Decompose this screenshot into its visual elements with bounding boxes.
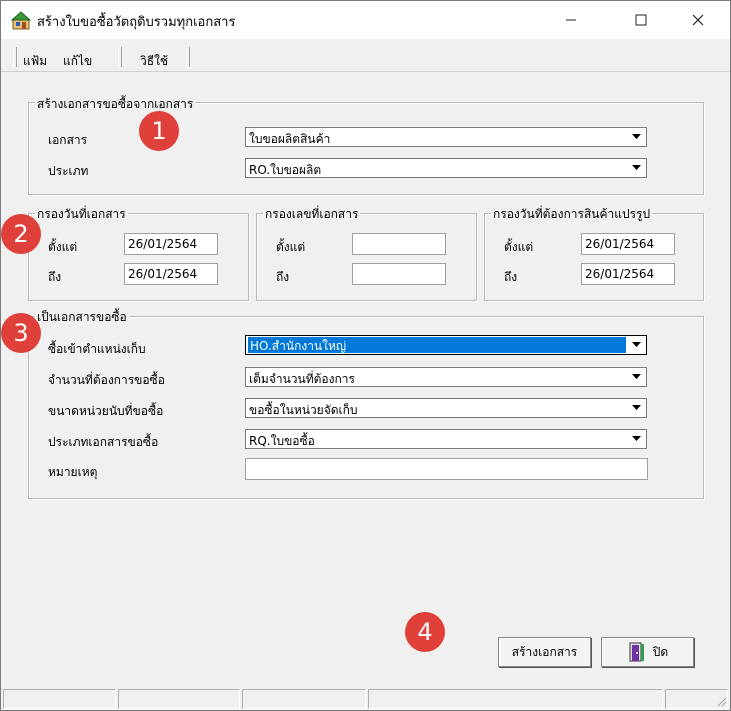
menu-grip [186,47,190,67]
doctype-label: ประเภทเอกสารขอซื้อ [48,435,159,449]
minimize-icon [566,19,576,21]
type-value: RO.ใบขอผลิต [249,163,322,177]
docno-from-field[interactable] [352,233,446,255]
needdate-filter-group [484,213,704,301]
date-from-value: 26/01/2564 [128,237,198,251]
step-badge-4: 4 [405,612,445,652]
menu-file[interactable]: แฟ้ม [23,52,47,71]
dropdown-arrow-icon[interactable] [628,431,645,447]
step-badge-3: 3 [1,313,41,353]
docno-filter-group [256,213,477,301]
create-document-button[interactable]: สร้างเอกสาร [498,637,591,667]
docno-to-label: ถึง [276,270,290,284]
quantity-label: จำนวนที่ต้องการขอซื้อ [48,373,165,387]
source-document-legend: สร้างเอกสารขอซื้อจากเอกสาร [35,95,196,114]
dropdown-arrow-icon[interactable] [628,337,645,353]
app-house-icon [11,11,31,30]
date-from-label: ตั้งแต่ [48,240,78,254]
dropdown-arrow-icon[interactable] [628,400,645,416]
doctype-value: RQ.ใบขอซื้อ [249,434,315,448]
warehouse-combo[interactable]: HO.สำนักงานใหญ่ [245,335,647,355]
dropdown-arrow-icon[interactable] [628,160,645,176]
step-badge-1: 1 [139,111,179,151]
status-panel [118,689,240,709]
doctype-combo[interactable]: RQ.ใบขอซื้อ [245,429,647,449]
unit-combo[interactable]: ขอซื้อในหน่วยจัดเก็บ [245,398,647,418]
create-document-label: สร้างเอกสาร [511,644,578,659]
status-panel [242,689,366,709]
warehouse-value: HO.สำนักงานใหญ่ [248,337,626,353]
document-value: ใบขอผลิตสินค้า [249,132,331,146]
menu-grip [118,47,122,67]
status-panel [3,689,116,709]
dropdown-arrow-icon[interactable] [628,369,645,385]
menu-help[interactable]: วิธีใช้ [140,52,168,71]
docno-filter-legend: กรองเลขที่เอกสาร [263,205,361,224]
status-panel [368,689,663,709]
date-from-field[interactable]: 26/01/2564 [124,233,218,255]
needdate-to-value: 26/01/2564 [585,267,655,281]
type-label: ประเภท [48,164,89,178]
purchase-request-legend: เป็นเอกสารขอซื้อ [35,308,129,327]
document-label: เอกสาร [48,133,88,147]
needdate-to-label: ถึง [504,270,518,284]
menu-bar [1,41,730,72]
needdate-to-field[interactable]: 26/01/2564 [581,263,675,285]
step-badge-2: 2 [1,214,41,254]
needdate-from-label: ตั้งแต่ [504,240,534,254]
docno-to-field[interactable] [352,263,446,285]
close-icon [692,14,704,26]
window-title: สร้างใบขอซื้อวัตถุดิบรวมทุกเอกสาร [37,15,236,30]
unit-value: ขอซื้อในหน่วยจัดเก็บ [249,403,358,417]
quantity-value: เต็มจำนวนที่ต้องการ [249,372,355,386]
dropdown-arrow-icon[interactable] [628,129,645,145]
date-to-field[interactable]: 26/01/2564 [124,263,218,285]
needdate-from-value: 26/01/2564 [585,237,655,251]
date-to-value: 26/01/2564 [128,267,198,281]
needdate-from-field[interactable]: 26/01/2564 [581,233,675,255]
needdate-filter-legend: กรองวันที่ต้องการสินค้าแปรรูป [491,205,653,224]
unit-label: ขนาดหน่วยนับที่ขอซื้อ [48,404,164,418]
note-field[interactable] [245,458,648,480]
resize-grip-icon[interactable] [715,695,727,707]
date-to-label: ถึง [48,270,62,284]
document-combo[interactable]: ใบขอผลิตสินค้า [245,127,647,147]
note-label: หมายเหตุ [48,465,98,479]
maximize-icon [635,14,647,26]
close-label: ปิด [652,644,669,659]
close-button[interactable]: ปิด [601,637,694,667]
maximize-button[interactable] [618,1,664,39]
warehouse-label: ซื้อเข้าตำแหน่งเก็บ [48,342,146,356]
quantity-combo[interactable]: เต็มจำนวนที่ต้องการ [245,367,647,387]
menu-edit[interactable]: แก้ไข [63,52,92,71]
menu-grip [13,47,17,67]
exit-door-icon [629,642,644,662]
main-window: สร้างใบขอซื้อวัตถุดิบรวมทุกเอกสาร แฟ้ม แ… [0,0,731,711]
docno-from-label: ตั้งแต่ [276,240,306,254]
minimize-button[interactable] [548,1,594,39]
type-combo[interactable]: RO.ใบขอผลิต [245,158,647,178]
source-document-group [28,102,704,195]
date-filter-legend: กรองวันที่เอกสาร [35,205,128,224]
date-filter-group [28,213,249,301]
close-window-button[interactable] [675,1,721,39]
title-bar[interactable]: สร้างใบขอซื้อวัตถุดิบรวมทุกเอกสาร [1,1,730,39]
